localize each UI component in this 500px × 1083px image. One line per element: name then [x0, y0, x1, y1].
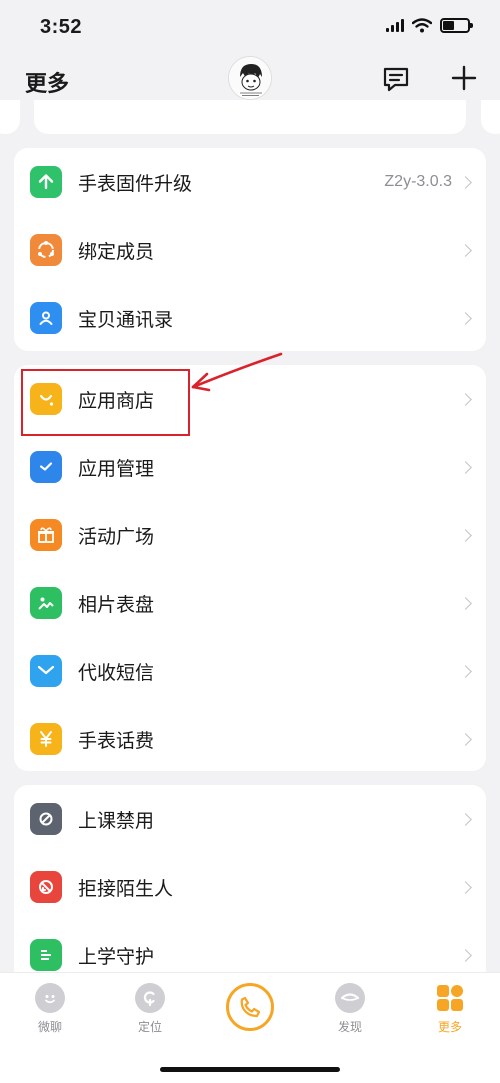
firmware-upgrade-row[interactable]: 手表固件升级 Z2y-3.0.3 [14, 148, 486, 216]
upload-arrow-icon [30, 166, 62, 198]
photo-watchface-row[interactable]: 相片表盘 [14, 569, 486, 637]
peek-card-center[interactable] [34, 100, 466, 134]
tab-label: 发现 [337, 1020, 362, 1034]
chevron-right-icon [459, 596, 472, 610]
chevron-right-icon [459, 880, 472, 894]
highlight-box [21, 369, 190, 436]
members-ring-icon [30, 234, 62, 266]
battery-icon [440, 18, 473, 33]
page-title: 更多 [25, 72, 70, 97]
activity-plaza-row[interactable]: 活动广场 [14, 501, 486, 569]
location-icon [135, 983, 165, 1013]
yuan-icon [30, 723, 62, 755]
avatar[interactable] [228, 56, 272, 100]
firmware-version: Z2y-3.0.3 [384, 173, 452, 190]
cartoon-avatar-icon [229, 57, 271, 99]
chevron-right-icon [459, 392, 472, 406]
reject-strangers-label: 拒接陌生人 [78, 877, 174, 900]
school-guard-icon [30, 939, 62, 971]
chat-face-icon [35, 983, 65, 1013]
envelope-icon [30, 655, 62, 687]
contacts-book-icon [30, 302, 62, 334]
settings-group-1: 手表固件升级 Z2y-3.0.3 绑定成员 宝贝通讯录 [14, 148, 486, 351]
phone-bill-label: 手表话费 [78, 729, 155, 752]
reject-strangers-row[interactable]: 拒接陌生人 [14, 853, 486, 921]
bind-members-row[interactable]: 绑定成员 [14, 216, 486, 284]
no-watch-icon [30, 803, 62, 835]
call-button[interactable] [226, 983, 274, 1031]
check-folder-icon [30, 451, 62, 483]
bind-members-label: 绑定成员 [78, 240, 155, 263]
status-bar: 3:52 [0, 0, 500, 56]
header: 更多 [0, 56, 500, 106]
chevron-right-icon [459, 664, 472, 678]
tab-label: 微聊 [37, 1020, 62, 1034]
sms-label: 代收短信 [78, 661, 155, 684]
plus-icon [451, 65, 477, 91]
chevron-right-icon [459, 812, 472, 826]
gift-icon [30, 519, 62, 551]
tab-label: 更多 [437, 1020, 462, 1034]
wifi-icon [412, 18, 432, 33]
home-indicator [160, 1067, 340, 1072]
sms-row[interactable]: 代收短信 [14, 637, 486, 705]
status-time: 3:52 [40, 16, 83, 38]
grid-more-icon [437, 985, 463, 1011]
peek-card-left [0, 100, 20, 134]
tab-discover[interactable]: 发现 [315, 983, 385, 1035]
app-manage-row[interactable]: 应用管理 [14, 433, 486, 501]
chevron-right-icon [459, 732, 472, 746]
message-icon [383, 67, 409, 92]
annotation-arrow-icon [191, 352, 283, 392]
add-button[interactable] [450, 64, 478, 92]
class-disable-label: 上课禁用 [78, 809, 155, 832]
photo-icon [30, 587, 62, 619]
chevron-right-icon [459, 948, 472, 962]
activity-plaza-label: 活动广场 [78, 525, 155, 548]
chevron-right-icon [459, 528, 472, 542]
chevron-right-icon [459, 460, 472, 474]
chevron-right-icon [459, 175, 472, 189]
contacts-row[interactable]: 宝贝通讯录 [14, 284, 486, 351]
signal-icon [386, 19, 404, 32]
peek-card-right [481, 100, 500, 134]
school-guard-label: 上学守护 [78, 945, 155, 968]
phone-bill-row[interactable]: 手表话费 [14, 705, 486, 771]
status-icons [386, 18, 473, 33]
tab-location[interactable]: 定位 [115, 983, 185, 1035]
block-call-icon [30, 871, 62, 903]
photo-watchface-label: 相片表盘 [78, 593, 155, 616]
chevron-right-icon [459, 311, 472, 325]
settings-group-3: 上课禁用 拒接陌生人 上学守护 [14, 785, 486, 985]
firmware-upgrade-label: 手表固件升级 [78, 172, 193, 195]
app-manage-label: 应用管理 [78, 457, 155, 480]
message-button[interactable] [381, 64, 411, 94]
tab-chat[interactable]: 微聊 [15, 983, 85, 1035]
phone-icon [240, 996, 261, 1018]
class-disable-row[interactable]: 上课禁用 [14, 785, 486, 853]
tab-more[interactable]: 更多 [415, 983, 485, 1035]
chevron-right-icon [459, 243, 472, 257]
contacts-label: 宝贝通讯录 [78, 308, 174, 331]
discover-eye-icon [335, 983, 365, 1013]
tab-label: 定位 [137, 1020, 162, 1034]
